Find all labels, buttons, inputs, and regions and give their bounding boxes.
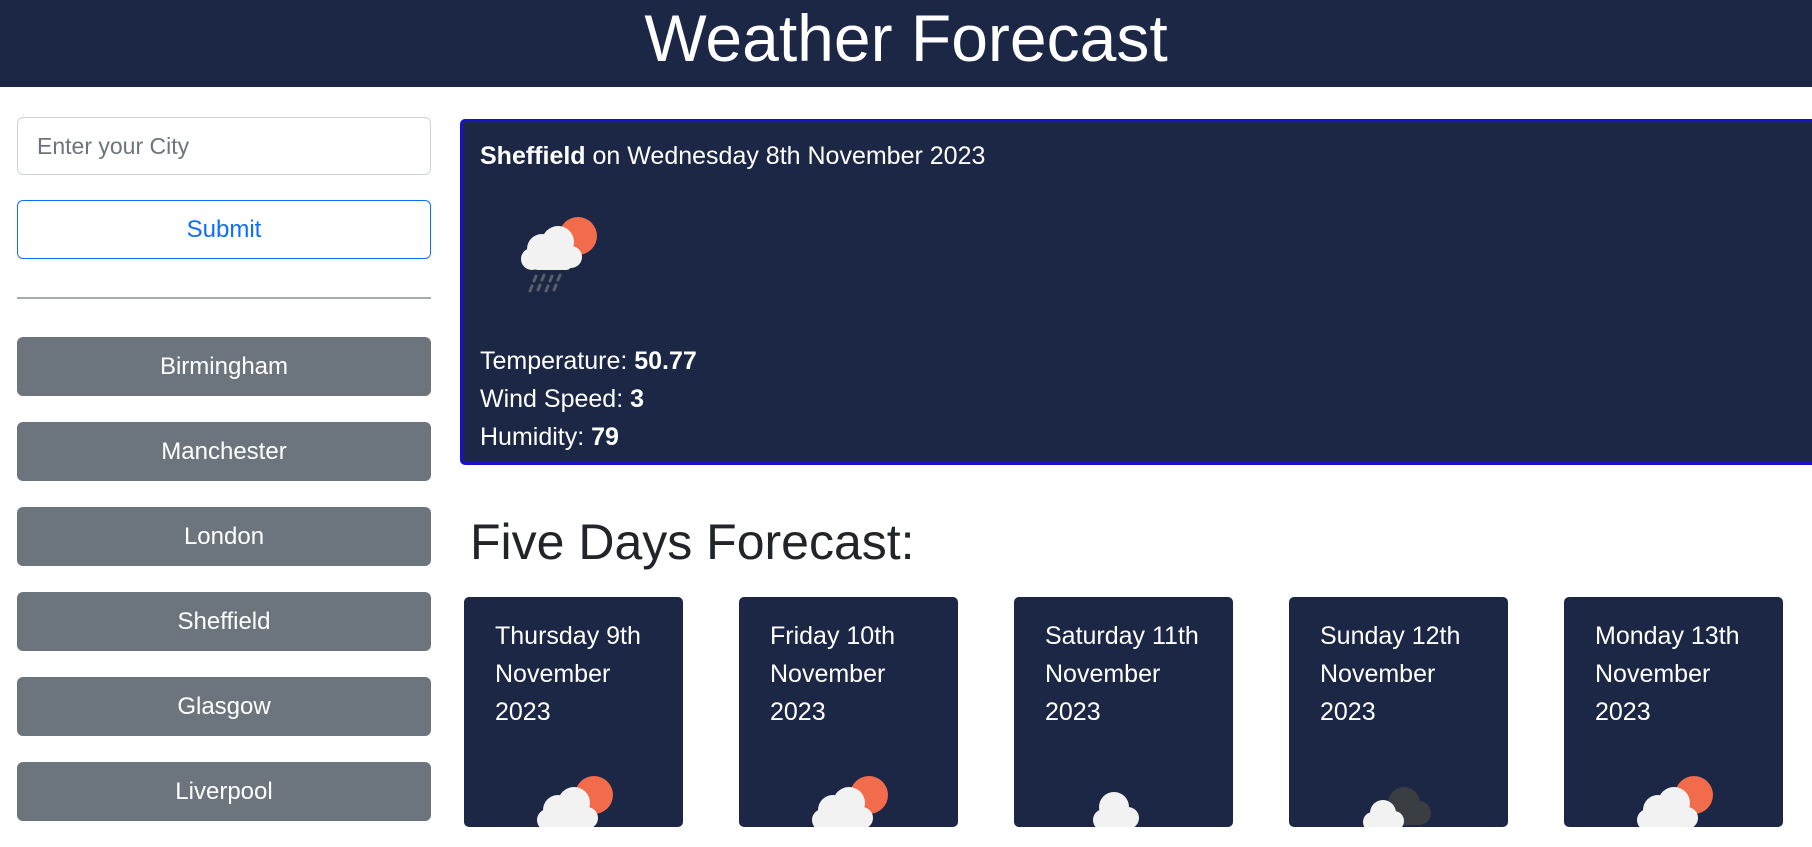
cloud-icon <box>1093 792 1139 827</box>
forecast-card: Saturday 11th November 2023 <box>1014 597 1233 827</box>
wind-speed-row: Wind Speed: 3 <box>480 385 644 413</box>
wind-speed-value: 3 <box>630 385 644 413</box>
forecast-date: Monday 13th November 2023 <box>1595 622 1740 726</box>
cloud-rain-sun-icon <box>521 217 597 293</box>
forecast-card: Sunday 12th November 2023 <box>1289 597 1508 827</box>
app-header: Weather Forecast <box>0 0 1812 87</box>
sidebar-divider <box>17 297 431 299</box>
forecast-card: Friday 10th November 2023 <box>739 597 958 827</box>
cloud-sun-icon <box>537 776 613 827</box>
forecast-date: Sunday 12th November 2023 <box>1320 622 1461 726</box>
forecast-cards: Thursday 9th November 2023 Friday 10th N… <box>464 597 1812 827</box>
humidity-row: Humidity: 79 <box>480 423 619 451</box>
current-date: on Wednesday 8th November 2023 <box>585 142 986 170</box>
city-button-birmingham[interactable]: Birmingham <box>17 337 431 396</box>
temperature-row: Temperature: 50.77 <box>480 347 697 375</box>
cloud-sun-icon <box>1637 776 1713 827</box>
temperature-value: 50.77 <box>634 347 697 375</box>
sidebar: Submit Birmingham Manchester London Shef… <box>0 87 431 847</box>
current-weather-stats: Temperature: 50.77 Wind Speed: 3 Humidit… <box>480 342 697 456</box>
city-button-glasgow[interactable]: Glasgow <box>17 677 431 736</box>
current-weather-card: Sheffield on Wednesday 8th November 2023 <box>460 119 1812 465</box>
city-button-london[interactable]: London <box>17 507 431 566</box>
current-city-name: Sheffield <box>480 142 586 170</box>
city-button-manchester[interactable]: Manchester <box>17 422 431 481</box>
forecast-date: Friday 10th November 2023 <box>770 622 896 726</box>
city-search-input[interactable] <box>17 117 431 175</box>
forecast-date: Thursday 9th November 2023 <box>495 622 641 726</box>
forecast-card: Thursday 9th November 2023 <box>464 597 683 827</box>
humidity-value: 79 <box>591 423 619 451</box>
cloud-sun-icon <box>812 776 888 827</box>
dark-cloud-icon <box>1363 787 1431 827</box>
submit-button[interactable]: Submit <box>17 200 431 259</box>
forecast-date: Saturday 11th November 2023 <box>1045 622 1199 726</box>
page-title: Weather Forecast <box>644 1 1168 75</box>
forecast-card: Monday 13th November 2023 <box>1564 597 1783 827</box>
city-button-liverpool[interactable]: Liverpool <box>17 762 431 821</box>
current-weather-title: Sheffield on Wednesday 8th November 2023 <box>480 142 1812 171</box>
city-button-sheffield[interactable]: Sheffield <box>17 592 431 651</box>
five-days-title: Five Days Forecast: <box>470 514 915 570</box>
main-content: Sheffield on Wednesday 8th November 2023 <box>431 87 1812 847</box>
